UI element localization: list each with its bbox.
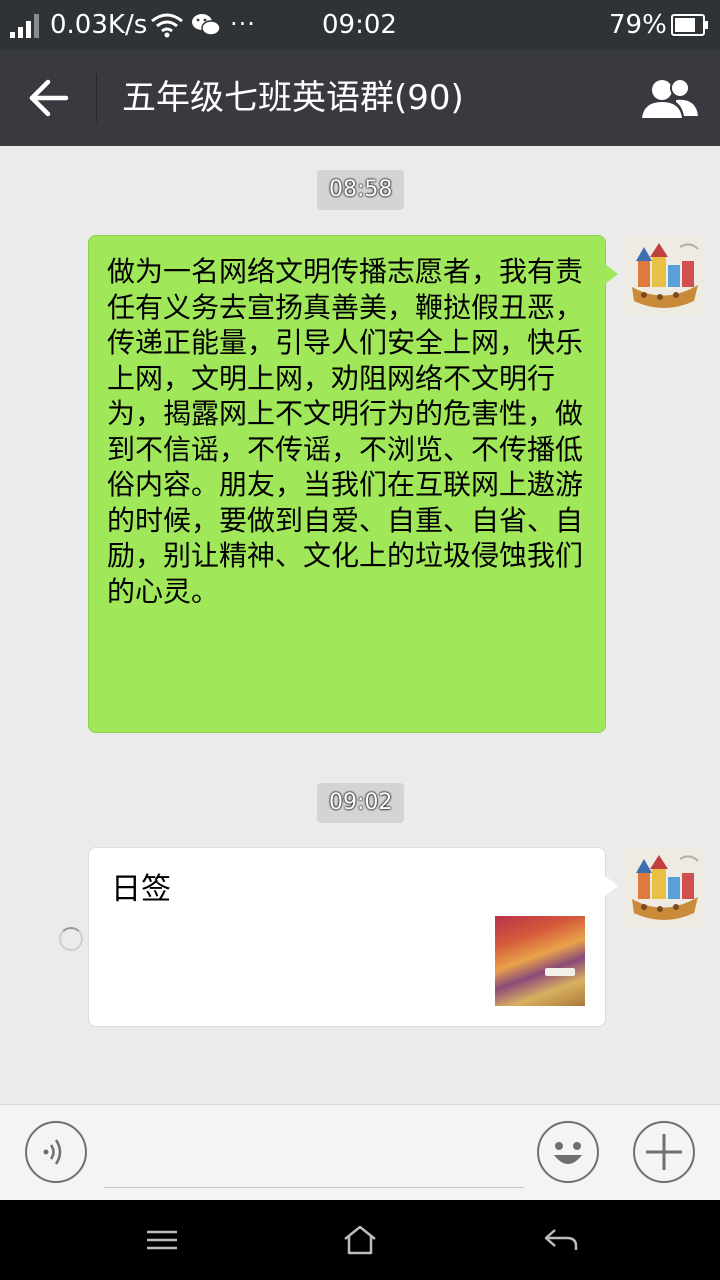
menu-icon[interactable] xyxy=(144,1224,180,1256)
home-icon[interactable] xyxy=(342,1224,378,1256)
message-timestamp: 09:02 xyxy=(317,783,405,823)
more-dots-icon: ··· xyxy=(230,10,256,38)
title-bar: 五年级七班英语群(90) xyxy=(0,50,720,146)
emoji-button[interactable] xyxy=(537,1121,599,1183)
clock: 09:02 xyxy=(322,10,397,40)
card-thumbnail xyxy=(495,916,585,1006)
card-title: 日签 xyxy=(111,872,171,907)
signal-icon xyxy=(10,14,39,38)
avatar-drawing-icon xyxy=(624,235,704,315)
avatar[interactable] xyxy=(624,235,704,315)
avatar-drawing-icon xyxy=(624,847,704,927)
back-arrow-icon[interactable] xyxy=(26,76,72,120)
avatar[interactable] xyxy=(624,847,704,927)
more-functions-button[interactable] xyxy=(633,1121,695,1183)
wechat-icon xyxy=(192,14,221,36)
link-card-bubble[interactable]: 日签 xyxy=(88,847,618,1027)
message-text: 做为一名网络文明传播志愿者，我有责任有义务去宣扬真善美，鞭挞假丑恶，传递正能量，… xyxy=(107,255,584,608)
status-bar: 0.03K/s ··· 09:02 79% xyxy=(0,0,720,50)
emoji-icon xyxy=(554,1142,582,1164)
back-icon[interactable] xyxy=(543,1224,579,1256)
title-divider xyxy=(96,74,97,122)
chat-title: 五年级七班英语群(90) xyxy=(122,78,464,118)
voice-button[interactable] xyxy=(25,1121,87,1183)
input-bar xyxy=(0,1104,720,1201)
system-nav-bar xyxy=(0,1200,720,1280)
network-speed: 0.03K/s xyxy=(50,10,148,40)
sent-text-bubble[interactable]: 做为一名网络文明传播志愿者，我有责任有义务去宣扬真善美，鞭挞假丑恶，传递正能量，… xyxy=(88,235,618,733)
message-timestamp: 08:58 xyxy=(317,170,405,210)
battery-icon xyxy=(671,14,708,36)
voice-icon xyxy=(43,1139,62,1165)
battery-percent: 79% xyxy=(609,10,667,40)
sending-spinner-icon xyxy=(59,927,83,951)
group-members-icon[interactable] xyxy=(640,76,700,122)
message-input[interactable] xyxy=(104,1125,524,1188)
wifi-icon xyxy=(151,13,183,38)
plus-icon xyxy=(646,1134,682,1170)
